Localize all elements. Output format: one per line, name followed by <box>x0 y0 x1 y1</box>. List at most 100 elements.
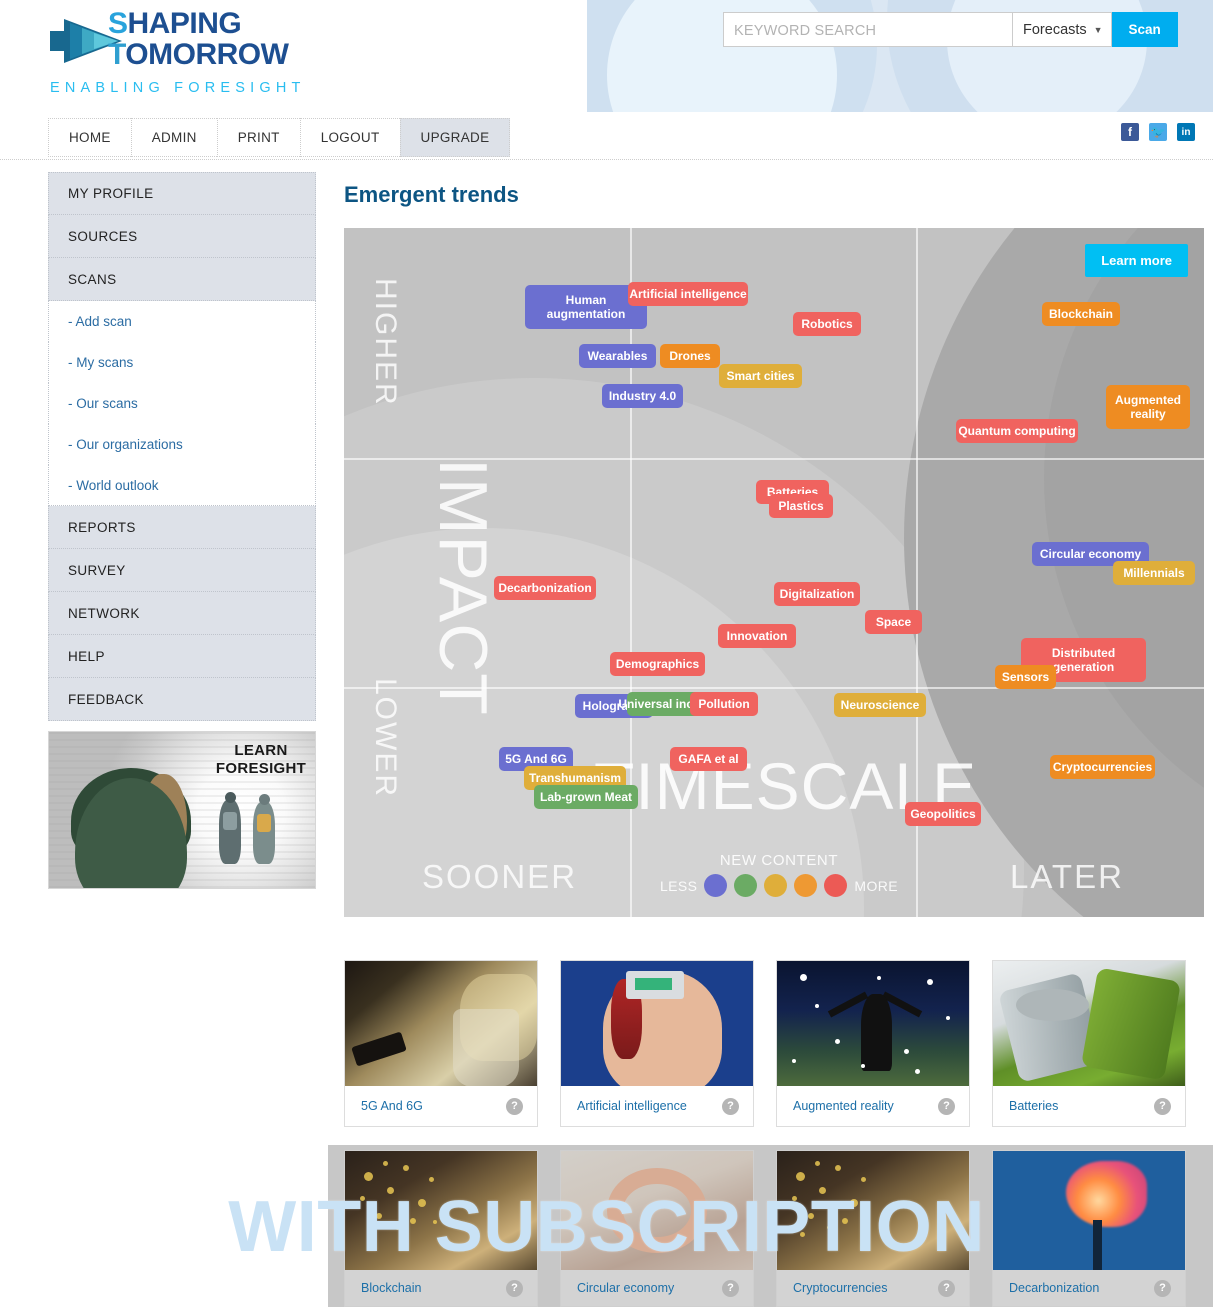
trend-card-image <box>561 1151 753 1270</box>
trend-cards-row-2: Blockchain? Circular economy? Cryptocurren… <box>344 1150 1204 1307</box>
sidebar-item-my-scans[interactable]: - My scans <box>48 342 316 383</box>
trend-card-footer: Blockchain? <box>345 1270 537 1306</box>
sidebar-item-world-outlook[interactable]: - World outlook <box>48 465 316 506</box>
legend-color-dot <box>794 874 818 897</box>
search-bar: Forecasts ▼ Scan <box>723 12 1178 47</box>
trend-tag-artificial-intelligence[interactable]: Artificial intelligence <box>628 282 748 306</box>
trend-tag-wearables[interactable]: Wearables <box>579 344 656 368</box>
trend-tag-innovation[interactable]: Innovation <box>718 624 796 648</box>
trend-tag-gafa-et-al[interactable]: GAFA et al <box>670 747 747 771</box>
help-icon[interactable]: ? <box>938 1279 955 1297</box>
trend-card-image <box>993 1151 1185 1270</box>
trend-tag-blockchain[interactable]: Blockchain <box>1042 302 1120 326</box>
trend-card[interactable]: Batteries? <box>992 960 1186 1127</box>
trend-card[interactable]: Circular economy? <box>560 1150 754 1307</box>
sidebar-item-my-profile[interactable]: MY PROFILE <box>48 172 316 215</box>
sidebar-item-add-scan[interactable]: - Add scan <box>48 301 316 342</box>
trend-card[interactable]: Decarbonization? <box>992 1150 1186 1307</box>
trend-tag-decarbonization[interactable]: Decarbonization <box>494 576 596 600</box>
trend-tag-millennials[interactable]: Millennials <box>1113 561 1195 585</box>
search-scope-select[interactable]: Forecasts ▼ <box>1013 12 1112 47</box>
sidebar-item-help[interactable]: HELP <box>48 635 316 678</box>
trend-tag-plastics[interactable]: Plastics <box>769 494 833 518</box>
trend-card[interactable]: Blockchain? <box>344 1150 538 1307</box>
help-icon[interactable]: ? <box>1154 1097 1171 1115</box>
trend-card-label[interactable]: Artificial intelligence <box>577 1099 687 1113</box>
trend-tag-digitalization[interactable]: Digitalization <box>774 582 860 606</box>
trend-tag-robotics[interactable]: Robotics <box>793 312 861 336</box>
trend-tag-sensors[interactable]: Sensors <box>995 665 1056 689</box>
logo-line1-accent: S <box>108 7 128 40</box>
sidebar-item-scans[interactable]: SCANS <box>48 258 316 301</box>
help-icon[interactable]: ? <box>1154 1279 1171 1297</box>
sidebar-item-our-scans[interactable]: - Our scans <box>48 383 316 424</box>
trend-tag-pollution[interactable]: Pollution <box>690 692 758 716</box>
facebook-icon[interactable]: f <box>1121 123 1139 141</box>
trend-card-label[interactable]: Cryptocurrencies <box>793 1281 887 1295</box>
help-icon[interactable]: ? <box>506 1097 523 1115</box>
trend-card[interactable]: 5G And 6G? <box>344 960 538 1127</box>
sidebar-item-feedback[interactable]: FEEDBACK <box>48 678 316 721</box>
twitter-icon[interactable]: 🐦 <box>1149 123 1167 141</box>
trend-tag-lab-grown-meat[interactable]: Lab-grown Meat <box>534 785 638 809</box>
help-icon[interactable]: ? <box>722 1097 739 1115</box>
sidebar-item-network[interactable]: NETWORK <box>48 592 316 635</box>
logo-line1: HAPING <box>127 7 242 40</box>
sidebar-item-our-organizations[interactable]: - Our organizations <box>48 424 316 465</box>
trend-card-image <box>345 1151 537 1270</box>
trend-tag-industry-4-0[interactable]: Industry 4.0 <box>602 384 683 408</box>
trend-card-image <box>993 961 1185 1086</box>
site-logo[interactable]: SHAPING TOMORROW ENABLING FORESIGHT <box>48 8 378 100</box>
trend-tag-neuroscience[interactable]: Neuroscience <box>834 693 926 717</box>
trend-card[interactable]: Artificial intelligence? <box>560 960 754 1127</box>
axis-label-later: LATER <box>1010 858 1124 895</box>
trend-card[interactable]: Cryptocurrencies? <box>776 1150 970 1307</box>
trend-card-label[interactable]: 5G And 6G <box>361 1099 423 1113</box>
sidebar-item-sources[interactable]: SOURCES <box>48 215 316 258</box>
trend-tag-drones[interactable]: Drones <box>660 344 720 368</box>
nav-tab-upgrade[interactable]: UPGRADE <box>399 118 511 157</box>
linkedin-icon[interactable]: in <box>1177 123 1195 141</box>
logo-wordmark: SHAPING TOMORROW <box>108 7 289 70</box>
trend-card-label[interactable]: Circular economy <box>577 1281 674 1295</box>
trend-tag-cryptocurrencies[interactable]: Cryptocurrencies <box>1050 755 1155 779</box>
trend-card-label[interactable]: Augmented reality <box>793 1099 894 1113</box>
main-navbar: HOME ADMIN PRINT LOGOUT UPGRADE <box>0 112 1213 160</box>
trend-tag-space[interactable]: Space <box>865 610 922 634</box>
learn-more-button[interactable]: Learn more <box>1085 244 1188 277</box>
trend-card[interactable]: Augmented reality? <box>776 960 970 1127</box>
card-artwork <box>777 1151 969 1270</box>
scan-button[interactable]: Scan <box>1111 12 1178 47</box>
trend-tag-augmented-reality[interactable]: Augmented reality <box>1106 385 1190 429</box>
logo-tagline: ENABLING FORESIGHT <box>50 80 306 96</box>
card-artwork <box>993 961 1185 1086</box>
nav-tab-home[interactable]: HOME <box>48 118 131 157</box>
nav-tab-logout[interactable]: LOGOUT <box>299 118 400 157</box>
sidebar-item-reports[interactable]: REPORTS <box>48 506 316 549</box>
trend-card-label[interactable]: Blockchain <box>361 1281 421 1295</box>
learn-foresight-promo[interactable]: LEARN FORESIGHT <box>48 731 316 889</box>
search-input[interactable] <box>723 12 1013 47</box>
page-title: Emergent trends <box>344 182 519 207</box>
trend-tag-demographics[interactable]: Demographics <box>610 652 705 676</box>
promo-text: LEARN FORESIGHT <box>211 742 311 778</box>
trend-card-footer: Artificial intelligence? <box>561 1086 753 1126</box>
trend-card-label[interactable]: Decarbonization <box>1009 1281 1099 1295</box>
chevron-down-icon: ▼ <box>1093 24 1103 35</box>
trend-card-label[interactable]: Batteries <box>1009 1099 1058 1113</box>
trend-tag-smart-cities[interactable]: Smart cities <box>719 364 802 388</box>
card-artwork <box>561 1151 753 1270</box>
trend-tag-quantum-computing[interactable]: Quantum computing <box>956 419 1078 443</box>
sidebar-item-survey[interactable]: SURVEY <box>48 549 316 592</box>
trend-tag-geopolitics[interactable]: Geopolitics <box>905 802 981 826</box>
nav-tab-admin[interactable]: ADMIN <box>130 118 217 157</box>
nav-tabs: HOME ADMIN PRINT LOGOUT UPGRADE <box>48 118 511 157</box>
help-icon[interactable]: ? <box>506 1279 523 1297</box>
card-artwork <box>345 961 537 1086</box>
trend-card-footer: Circular economy? <box>561 1270 753 1306</box>
legend-color-dot <box>734 874 758 897</box>
help-icon[interactable]: ? <box>722 1279 739 1297</box>
nav-tab-print[interactable]: PRINT <box>216 118 300 157</box>
help-icon[interactable]: ? <box>938 1097 955 1115</box>
trend-cards-row-1: 5G And 6G? Artificial intelligence? Augmen… <box>344 960 1204 1127</box>
